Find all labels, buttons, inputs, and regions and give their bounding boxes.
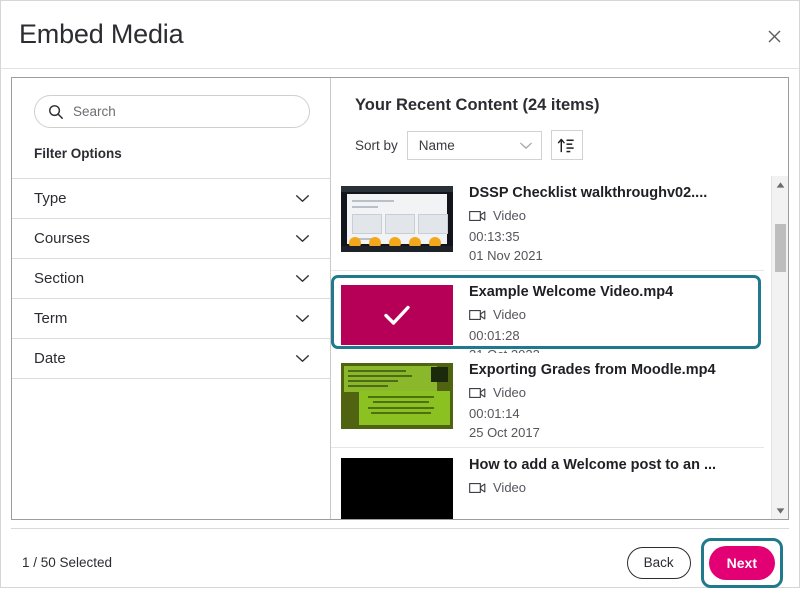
back-button[interactable]: Back xyxy=(626,546,691,579)
dialog-footer: 1 / 50 Selected Back Next xyxy=(11,528,789,589)
media-type-row: Video xyxy=(469,207,707,225)
sort-ascending-icon[interactable] xyxy=(550,130,583,160)
media-name: Exporting Grades from Moodle.mp4 xyxy=(469,362,716,378)
media-list-scrollbar[interactable] xyxy=(771,176,788,519)
media-type: Video xyxy=(493,306,527,322)
media-type-row: Video xyxy=(469,384,716,402)
search-input[interactable] xyxy=(73,101,309,122)
scroll-down-arrow-icon[interactable] xyxy=(772,502,788,519)
media-meta: Exporting Grades from Moodle.mp4 Video 0… xyxy=(469,362,716,442)
media-duration: 00:01:14 xyxy=(469,406,520,422)
video-camera-icon xyxy=(469,388,486,399)
close-x-icon xyxy=(768,30,780,42)
media-list-wrap: DSSP Checklist walkthroughv02.... Video xyxy=(331,176,788,519)
media-date: 01 Nov 2021 xyxy=(469,247,543,263)
filter-label: Courses xyxy=(34,230,90,247)
status-badge: 1 / 50 Selected xyxy=(22,555,113,570)
recent-content-title: Your Recent Content (24 items) xyxy=(355,96,600,114)
filter-row-term[interactable]: Term xyxy=(12,299,330,339)
media-type-row: Video xyxy=(469,306,673,324)
screenshot-root: Embed Media Search Filter Options Type C… xyxy=(0,0,801,589)
panels-container: Filter Options Type Courses xyxy=(11,77,789,520)
sort-by-label: Sort by xyxy=(355,137,398,153)
filter-label: Section xyxy=(34,270,85,287)
search-icon xyxy=(49,104,63,119)
thumbnail xyxy=(341,186,453,252)
media-list[interactable]: DSSP Checklist walkthroughv02.... Video xyxy=(331,176,764,519)
media-duration: 00:13:35 xyxy=(469,229,520,245)
chevron-down-icon xyxy=(295,315,310,322)
check-icon xyxy=(384,305,410,325)
page-title: Embed Media xyxy=(19,19,184,49)
video-camera-icon xyxy=(469,310,486,321)
chevron-down-icon xyxy=(295,235,310,242)
filter-row-courses[interactable]: Courses xyxy=(12,219,330,259)
dialog-header: Embed Media xyxy=(1,1,799,69)
video-camera-icon xyxy=(469,211,486,222)
sort-select-value: Name xyxy=(418,137,455,153)
scrollbar-thumb[interactable] xyxy=(775,224,786,272)
thumbnail xyxy=(341,458,453,519)
filter-label: Type xyxy=(34,190,67,207)
footer-actions: Back Next xyxy=(626,537,783,588)
media-meta: How to add a Welcome post to an ... Vide… xyxy=(469,457,717,500)
list-item-selected[interactable]: Example Welcome Video.mp4 Video 00:01:28 xyxy=(331,275,761,362)
media-date: 25 Oct 2017 xyxy=(469,424,540,440)
filter-label: Date xyxy=(34,350,66,367)
triangle-down-icon xyxy=(776,507,784,514)
chevron-down-icon xyxy=(295,355,310,362)
chevron-down-icon xyxy=(519,142,532,149)
triangle-up-icon xyxy=(776,181,784,188)
list-item[interactable]: How to add a Welcome post to an ... Vide… xyxy=(331,448,764,519)
media-type-row: Video xyxy=(469,479,716,497)
next-button-focus-ring: Next xyxy=(700,537,783,588)
list-item[interactable]: Exporting Grades from Moodle.mp4 Video 0… xyxy=(331,353,764,448)
dialog-body: Filter Options Type Courses xyxy=(1,69,799,520)
media-type: Video xyxy=(493,384,527,400)
video-camera-icon xyxy=(469,483,486,494)
filter-row-type[interactable]: Type xyxy=(12,179,330,219)
media-duration: 00:01:28 xyxy=(469,328,520,344)
scroll-up-arrow-icon[interactable] xyxy=(772,176,788,193)
next-button[interactable]: Next xyxy=(708,545,775,580)
sort-bar: Sort by Name xyxy=(355,130,788,160)
media-meta: DSSP Checklist walkthroughv02.... Video xyxy=(469,185,708,265)
sort-select[interactable]: Name xyxy=(406,130,542,160)
thumbnail xyxy=(341,363,453,429)
close-icon[interactable] xyxy=(761,23,787,49)
search-field[interactable] xyxy=(34,95,310,128)
content-panel: Your Recent Content (24 items) Sort by N… xyxy=(331,78,788,519)
filter-row-section[interactable]: Section xyxy=(12,259,330,299)
media-name: How to add a Welcome post to an ... xyxy=(469,457,717,473)
filter-panel: Filter Options Type Courses xyxy=(12,78,331,519)
chevron-down-icon xyxy=(295,275,310,282)
chevron-down-icon xyxy=(295,195,310,202)
list-item[interactable]: DSSP Checklist walkthroughv02.... Video xyxy=(331,176,764,271)
filter-list: Type Courses Section Term Date xyxy=(12,178,330,379)
thumbnail-selected xyxy=(341,285,453,345)
media-type: Video xyxy=(493,479,527,495)
embed-media-dialog: Embed Media Search Filter Options Type C… xyxy=(0,0,800,588)
filter-label: Term xyxy=(34,310,68,327)
media-type: Video xyxy=(493,207,527,223)
media-name: Example Welcome Video.mp4 xyxy=(469,284,674,300)
filter-options-heading: Filter Options xyxy=(34,146,122,161)
media-name: DSSP Checklist walkthroughv02.... xyxy=(469,185,708,201)
sort-arrow-lines-icon xyxy=(558,138,574,152)
filter-row-date[interactable]: Date xyxy=(12,339,330,379)
